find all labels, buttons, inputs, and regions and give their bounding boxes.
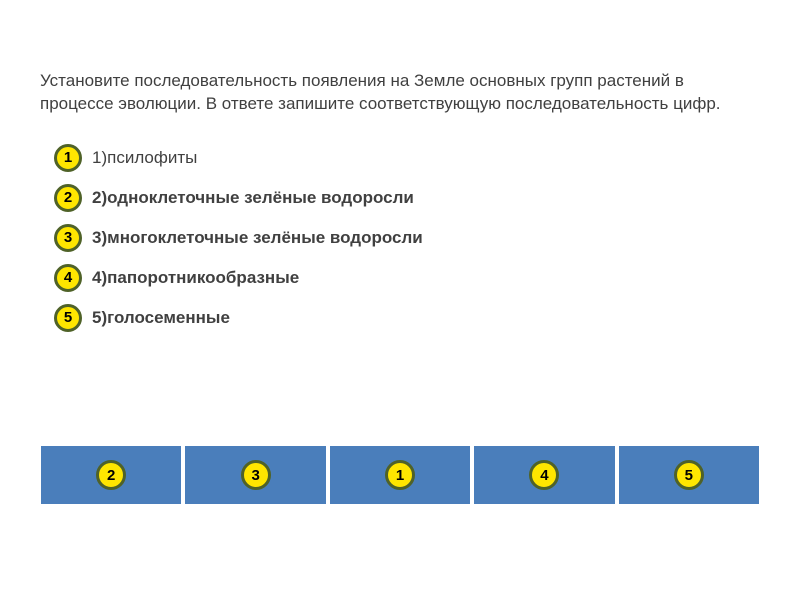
- answer-slot[interactable]: 4: [473, 445, 615, 505]
- answer-badge: 5: [674, 460, 704, 490]
- option-item: 3 3)многоклеточные зелёные водоросли: [54, 224, 760, 252]
- option-label: 2)одноклеточные зелёные водоросли: [92, 188, 414, 208]
- option-label: 3)многоклеточные зелёные водоросли: [92, 228, 423, 248]
- answer-slot[interactable]: 2: [40, 445, 182, 505]
- option-number-badge: 5: [54, 304, 82, 332]
- option-number-badge: 1: [54, 144, 82, 172]
- option-label: 4)папоротникообразные: [92, 268, 299, 288]
- answer-badge: 4: [529, 460, 559, 490]
- option-label: 1)псилофиты: [92, 148, 197, 168]
- option-number-badge: 3: [54, 224, 82, 252]
- option-item: 4 4)папоротникообразные: [54, 264, 760, 292]
- options-list: 1 1)псилофиты 2 2)одноклеточные зелёные …: [54, 144, 760, 332]
- answer-badge: 3: [241, 460, 271, 490]
- answer-slot[interactable]: 5: [618, 445, 760, 505]
- option-item: 1 1)псилофиты: [54, 144, 760, 172]
- option-number-badge: 4: [54, 264, 82, 292]
- answer-badge: 1: [385, 460, 415, 490]
- answer-badge: 2: [96, 460, 126, 490]
- answer-sequence-row: 2 3 1 4 5: [40, 445, 760, 505]
- option-item: 2 2)одноклеточные зелёные водоросли: [54, 184, 760, 212]
- option-number-badge: 2: [54, 184, 82, 212]
- option-item: 5 5)голосеменные: [54, 304, 760, 332]
- question-text: Установите последовательность появления …: [40, 70, 760, 116]
- option-label: 5)голосеменные: [92, 308, 230, 328]
- answer-slot[interactable]: 3: [184, 445, 326, 505]
- answer-slot[interactable]: 1: [329, 445, 471, 505]
